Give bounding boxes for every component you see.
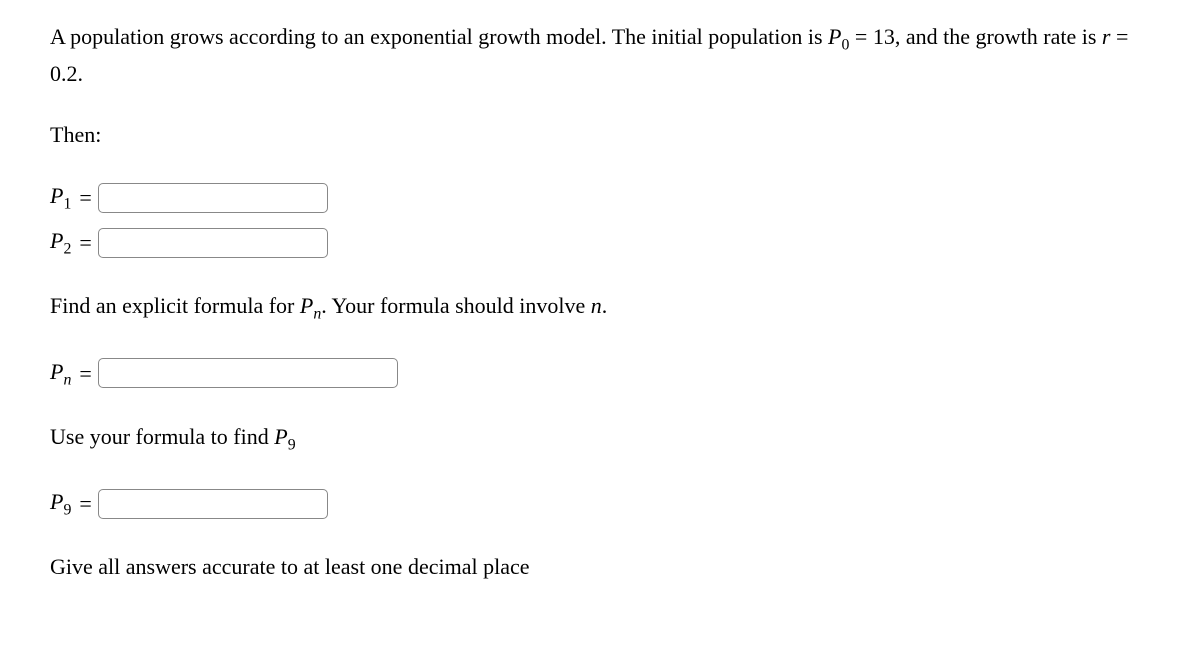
pn-symbol-inline: Pn xyxy=(300,293,321,318)
p9-symbol-inline: P9 xyxy=(274,424,295,449)
p2-input[interactable] xyxy=(98,228,328,258)
p9-label: P9 xyxy=(50,485,71,522)
pn-row: Pn = xyxy=(50,355,1150,392)
footer-text: Give all answers accurate to at least on… xyxy=(50,550,1150,583)
pn-label: Pn xyxy=(50,355,71,392)
explicit-prompt: Find an explicit formula for Pn. Your fo… xyxy=(50,289,1150,326)
pn-input[interactable] xyxy=(98,358,398,388)
p1-row: P1 = xyxy=(50,179,1150,216)
r-symbol: r xyxy=(1102,24,1111,49)
p0-value: 13 xyxy=(873,24,895,49)
then-label: Then: xyxy=(50,118,1150,151)
intro-text: A population grows according to an expon… xyxy=(50,20,1150,90)
p1-label: P1 xyxy=(50,179,71,216)
p9-prompt: Use your formula to find P9 xyxy=(50,420,1150,457)
p9-row: P9 = xyxy=(50,485,1150,522)
p2-row: P2 = xyxy=(50,224,1150,261)
intro-part1: A population grows according to an expon… xyxy=(50,24,828,49)
r-value: 0.2 xyxy=(50,61,78,86)
p0-symbol: P0 xyxy=(828,24,849,49)
p2-label: P2 xyxy=(50,224,71,261)
n-symbol: n xyxy=(591,293,602,318)
p9-input[interactable] xyxy=(98,489,328,519)
p1-input[interactable] xyxy=(98,183,328,213)
